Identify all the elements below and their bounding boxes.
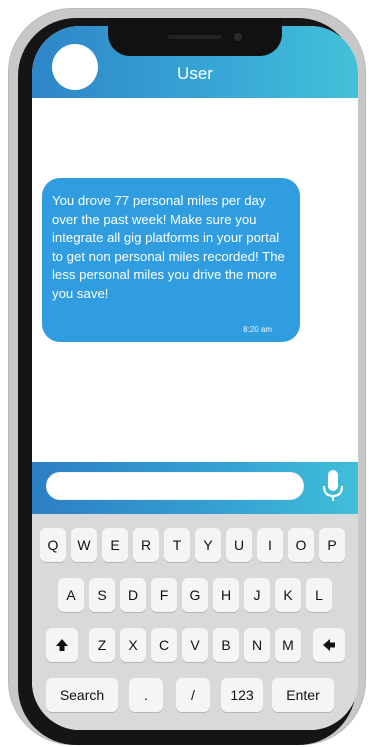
contact-name: User	[177, 64, 213, 83]
key-u[interactable]: U	[226, 528, 252, 562]
phone-notch	[108, 18, 282, 56]
numbers-key[interactable]: 123	[221, 678, 263, 712]
key-j[interactable]: J	[244, 578, 270, 612]
key-m[interactable]: M	[275, 628, 301, 662]
backspace-arrow-icon	[323, 639, 335, 651]
key-b[interactable]: B	[213, 628, 239, 662]
front-camera	[234, 33, 242, 41]
key-d[interactable]: D	[120, 578, 146, 612]
message-input-bar	[32, 462, 358, 514]
microphone-icon[interactable]	[322, 469, 344, 503]
message-input[interactable]	[46, 472, 304, 500]
key-h[interactable]: H	[213, 578, 239, 612]
key-g[interactable]: G	[182, 578, 208, 612]
shift-key[interactable]	[46, 628, 78, 662]
key-v[interactable]: V	[182, 628, 208, 662]
message-bubble: You drove 77 personal miles per day over…	[42, 178, 300, 342]
backspace-key[interactable]	[313, 628, 345, 662]
phone-screen: User You drove 77 personal miles per day…	[32, 26, 358, 730]
key-y[interactable]: Y	[195, 528, 221, 562]
key-z[interactable]: Z	[89, 628, 115, 662]
key-f[interactable]: F	[151, 578, 177, 612]
key-k[interactable]: K	[275, 578, 301, 612]
period-key[interactable]: .	[129, 678, 163, 712]
key-c[interactable]: C	[151, 628, 177, 662]
key-a[interactable]: A	[58, 578, 84, 612]
key-s[interactable]: S	[89, 578, 115, 612]
shift-arrow-icon	[56, 639, 68, 651]
key-e[interactable]: E	[102, 528, 128, 562]
key-p[interactable]: P	[319, 528, 345, 562]
message-text: You drove 77 personal miles per day over…	[52, 193, 285, 301]
key-q[interactable]: Q	[40, 528, 66, 562]
key-t[interactable]: T	[164, 528, 190, 562]
key-w[interactable]: W	[71, 528, 97, 562]
enter-key[interactable]: Enter	[272, 678, 334, 712]
key-n[interactable]: N	[244, 628, 270, 662]
message-timestamp: 8:20 am	[243, 325, 272, 334]
key-i[interactable]: I	[257, 528, 283, 562]
key-o[interactable]: O	[288, 528, 314, 562]
search-key[interactable]: Search	[46, 678, 118, 712]
key-r[interactable]: R	[133, 528, 159, 562]
key-l[interactable]: L	[306, 578, 332, 612]
slash-key[interactable]: /	[176, 678, 210, 712]
key-x[interactable]: X	[120, 628, 146, 662]
keyboard: Q W E R T Y U I O P A S D F G H J K L Z …	[32, 514, 358, 730]
speaker-grille	[168, 35, 222, 39]
